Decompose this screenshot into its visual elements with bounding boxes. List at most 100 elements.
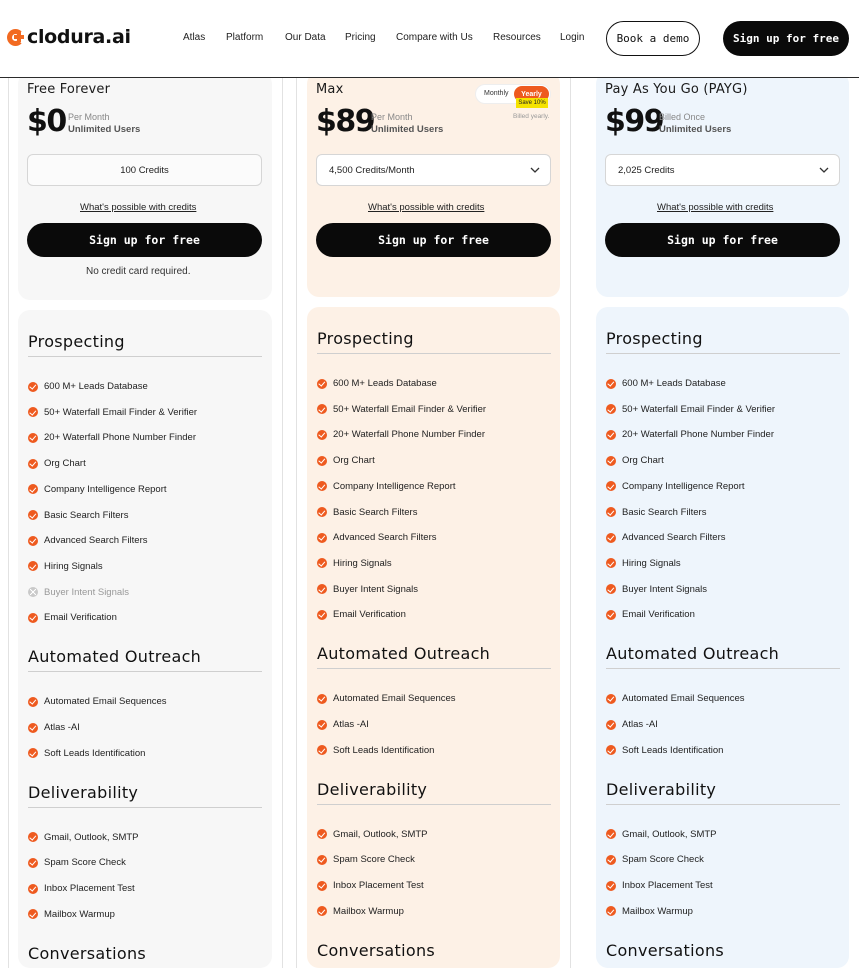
plan-name: Max: [316, 82, 344, 97]
check-circle-icon: [317, 854, 327, 865]
feature-item: Gmail, Outlook, SMTP: [317, 829, 428, 840]
feature-item: Email Verification: [28, 612, 117, 623]
check-circle-icon: [28, 909, 38, 920]
section-divider: [317, 668, 551, 670]
feature-label: Buyer Intent Signals: [333, 583, 419, 595]
credits-dropdown[interactable]: 4,500 Credits/Month: [316, 154, 551, 186]
feature-label: Advanced Search Filters: [44, 535, 148, 547]
feature-label: Automated Email Sequences: [44, 696, 167, 708]
check-circle-icon: [317, 693, 327, 704]
feature-label: 20+ Waterfall Phone Number Finder: [333, 429, 485, 441]
logo-text: clodura.ai: [27, 26, 131, 48]
check-circle-icon: [317, 455, 327, 466]
check-circle-icon: [28, 883, 38, 894]
credits-info-link[interactable]: What's possible with credits: [657, 202, 773, 213]
feature-label: Buyer Intent Signals: [622, 583, 708, 595]
feature-label: Advanced Search Filters: [622, 532, 726, 544]
feature-label: Soft Leads Identification: [44, 747, 146, 759]
unavailable-x-icon: [28, 587, 38, 598]
feature-label: Atlas -AI: [333, 719, 369, 730]
clodura-logo[interactable]: clodura.ai: [7, 26, 131, 48]
feature-label: Spam Score Check: [333, 854, 415, 866]
check-circle-icon: [606, 404, 616, 415]
check-circle-icon: [606, 829, 616, 840]
section-title: Conversations: [606, 940, 725, 960]
feature-item: Company Intelligence Report: [606, 481, 745, 492]
feature-label: 600 M+ Leads Database: [333, 378, 437, 389]
feature-item: 20+ Waterfall Phone Number Finder: [28, 432, 196, 443]
price-period: Per Month: [371, 112, 413, 122]
plan-price: $89: [316, 104, 376, 139]
feature-item: Org Chart: [317, 455, 375, 466]
feature-item: Spam Score Check: [317, 854, 415, 865]
section-divider: [28, 671, 262, 673]
credits-dropdown[interactable]: 2,025 Credits: [605, 154, 840, 186]
feature-label: Gmail, Outlook, SMTP: [44, 831, 139, 843]
plan-price: $0: [27, 104, 67, 139]
check-circle-icon: [317, 584, 327, 595]
check-circle-icon: [28, 722, 38, 733]
section-title: Prospecting: [606, 329, 703, 348]
check-circle-icon: [317, 829, 327, 840]
nav-item-pricing[interactable]: Pricing: [345, 32, 376, 43]
clodura-logo-icon: [7, 28, 24, 46]
book-demo-button[interactable]: Book a demo: [606, 21, 700, 56]
nav-item-atlas[interactable]: Atlas: [183, 32, 205, 43]
column-divider: [282, 78, 283, 968]
nav-item-resources[interactable]: Resources: [493, 32, 541, 43]
nav-item-our-data[interactable]: Our Data: [285, 32, 326, 43]
feature-item: Automated Email Sequences: [606, 693, 745, 704]
check-circle-icon: [606, 584, 616, 595]
check-circle-icon: [606, 693, 616, 704]
feature-item: 600 M+ Leads Database: [317, 378, 437, 389]
credits-info-link[interactable]: What's possible with credits: [368, 202, 484, 213]
feature-item: 600 M+ Leads Database: [28, 381, 148, 392]
feature-item: Gmail, Outlook, SMTP: [606, 829, 717, 840]
section-title: Prospecting: [28, 332, 125, 351]
check-circle-icon: [606, 455, 616, 466]
credits-info-link[interactable]: What's possible with credits: [80, 202, 196, 213]
price-period: Billed Once: [659, 112, 706, 122]
feature-item: 20+ Waterfall Phone Number Finder: [317, 429, 485, 440]
check-circle-icon: [28, 432, 38, 443]
feature-item: Mailbox Warmup: [606, 906, 693, 917]
check-circle-icon: [606, 532, 616, 543]
feature-label: Gmail, Outlook, SMTP: [333, 828, 428, 840]
check-circle-icon: [317, 880, 327, 891]
check-circle-icon: [28, 696, 38, 707]
feature-label: 20+ Waterfall Phone Number Finder: [44, 432, 196, 444]
feature-label: Advanced Search Filters: [333, 532, 437, 544]
feature-label: Soft Leads Identification: [333, 744, 435, 756]
feature-item: Buyer Intent Signals: [606, 584, 707, 595]
feature-item: Hiring Signals: [606, 558, 681, 569]
max-signup-button[interactable]: Sign up for free: [316, 223, 551, 257]
payg-signup-button[interactable]: Sign up for free: [605, 223, 840, 257]
section-title: Deliverability: [317, 779, 428, 799]
section-title: Automated Outreach: [317, 644, 491, 664]
feature-label: Inbox Placement Test: [622, 880, 713, 892]
toggle-monthly[interactable]: Monthly: [484, 90, 509, 97]
feature-label: Gmail, Outlook, SMTP: [622, 828, 717, 840]
feature-item: Hiring Signals: [317, 558, 392, 569]
header-signup-button[interactable]: Sign up for free: [723, 21, 849, 56]
feature-label: Mailbox Warmup: [622, 905, 693, 917]
check-circle-icon: [606, 481, 616, 492]
feature-item: Advanced Search Filters: [28, 535, 148, 546]
feature-item: Spam Score Check: [28, 857, 126, 868]
credits-dropdown-value: 2,025 Credits: [618, 164, 675, 176]
feature-label: Spam Score Check: [622, 854, 704, 866]
column-divider: [570, 78, 571, 968]
check-circle-icon: [606, 719, 616, 730]
nav-item-platform[interactable]: Platform: [226, 32, 263, 43]
feature-item: Automated Email Sequences: [317, 693, 456, 704]
column-divider: [296, 78, 297, 968]
feature-item: Advanced Search Filters: [606, 532, 726, 543]
feature-item: Atlas -AI: [317, 719, 369, 730]
free-signup-button[interactable]: Sign up for free: [27, 223, 262, 257]
section-divider: [606, 803, 840, 805]
feature-item: Inbox Placement Test: [28, 883, 135, 894]
nav-item-compare[interactable]: Compare with Us: [396, 32, 473, 43]
nav-item-login[interactable]: Login: [560, 32, 584, 43]
section-title: Conversations: [317, 940, 436, 960]
feature-item: Email Verification: [606, 609, 695, 620]
